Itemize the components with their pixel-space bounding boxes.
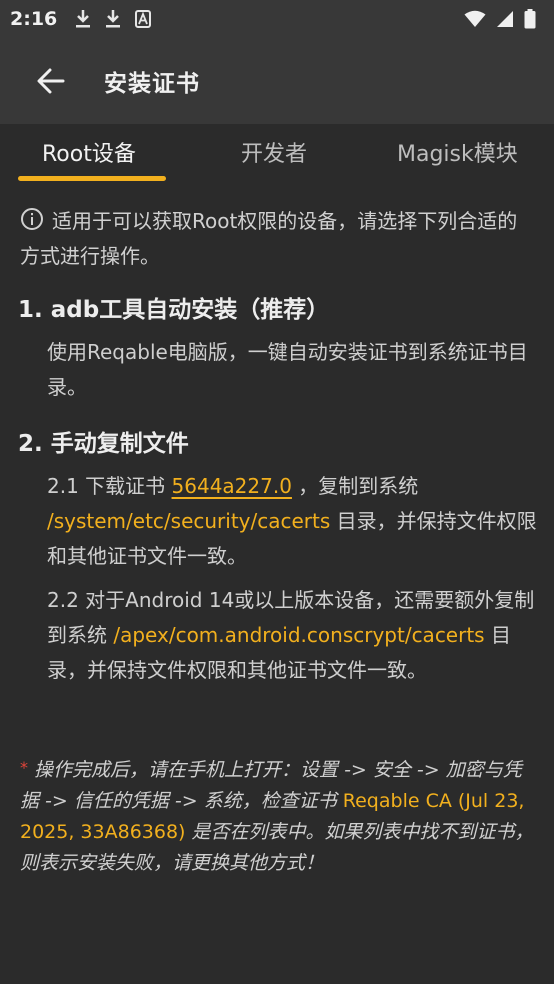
warning-star: * — [20, 758, 28, 777]
status-icons-left — [75, 9, 152, 29]
font-a-icon — [135, 10, 152, 28]
download-icon — [106, 10, 121, 28]
cert-download-link[interactable]: 5644a227.0 — [172, 474, 292, 498]
arrow-left-icon — [37, 68, 65, 94]
signal-icon — [497, 11, 513, 27]
status-icons-right — [464, 9, 536, 29]
wifi-icon — [464, 10, 486, 27]
step-android14: 2.2 对于Android 14或以上版本设备，还需要额外复制到系统 /apex… — [47, 588, 535, 682]
tab-developer[interactable]: 开发者 — [241, 136, 307, 168]
info-message: 适用于可以获取Root权限的设备，请选择下列合适的方式进行操作。 — [20, 209, 518, 268]
back-button[interactable] — [26, 56, 76, 106]
info-text: 适用于可以获取Root权限的设备，请选择下列合适的方式进行操作。 — [20, 204, 535, 274]
verification-note: * 操作完成后，请在手机上打开：设置 -> 安全 -> 加密与凭据 -> 信任的… — [20, 758, 534, 874]
tab-indicator — [18, 176, 166, 181]
system-cacerts-path: /system/etc/security/cacerts — [47, 509, 331, 533]
app-bar: 安装证书 — [0, 38, 554, 124]
tab-bar: Root设备 开发者 Magisk模块 — [0, 124, 554, 184]
download-icon — [76, 10, 91, 28]
section-manual-title: 2. 手动复制文件 — [18, 431, 189, 457]
info-icon — [21, 208, 43, 230]
step-download-cert: 2.1 下载证书 5644a227.0 ，复制到系统 /system/etc/s… — [47, 474, 537, 568]
status-bar: 2:16 — [0, 0, 554, 38]
tab-root-device[interactable]: Root设备 — [42, 136, 136, 168]
section-adb-body: 使用Reqable电脑版，一键自动安装证书到系统证书目录。 — [47, 340, 528, 399]
tab-magisk-module[interactable]: Magisk模块 — [397, 136, 518, 168]
battery-icon — [524, 9, 536, 29]
section-adb-title: 1. adb工具自动安装（推荐） — [18, 297, 330, 323]
page-title: 安装证书 — [104, 71, 200, 97]
apex-cacerts-path: /apex/com.android.conscrypt/cacerts — [113, 623, 485, 647]
status-time: 2:16 — [10, 8, 58, 30]
